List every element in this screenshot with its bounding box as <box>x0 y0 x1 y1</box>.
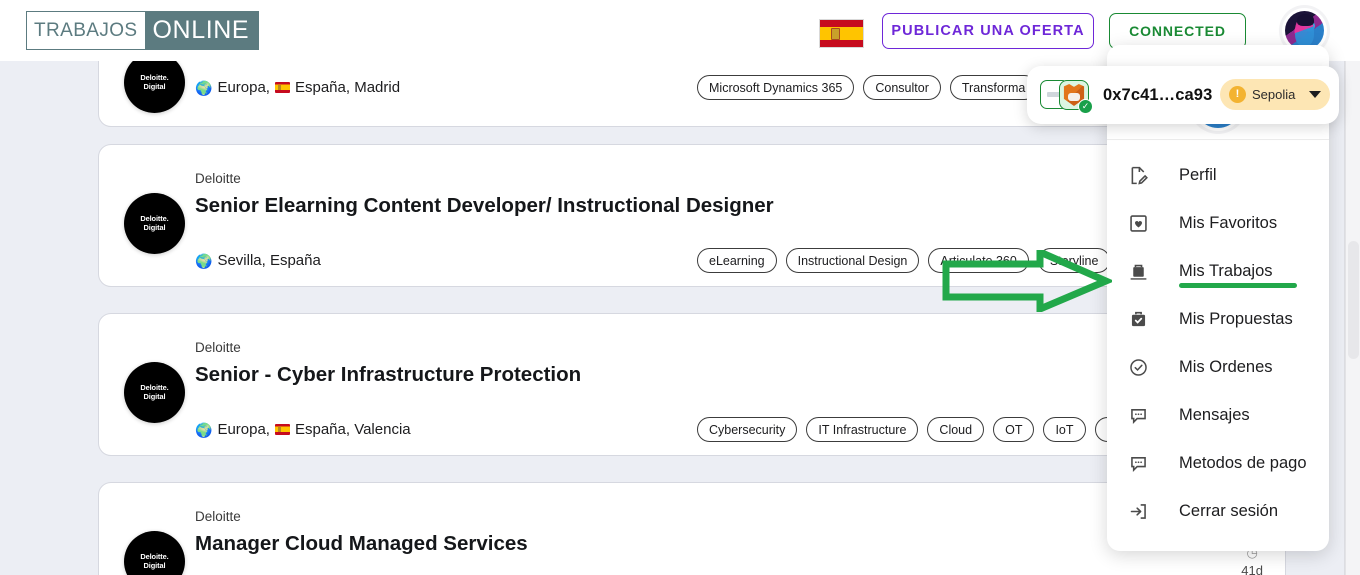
job-tags: eLearning Instructional Design Articulat… <box>697 248 1111 273</box>
network-name: Sepolia <box>1252 87 1296 102</box>
job-tags: Microsoft Dynamics 365 Consultor Transfo… <box>697 75 1038 100</box>
job-tag[interactable]: Cybersecurity <box>697 417 798 442</box>
network-selector[interactable]: ! Sepolia <box>1220 79 1330 110</box>
menu-item-mensajes[interactable]: Mensajes <box>1107 391 1329 439</box>
days-remaining: 41d <box>1241 563 1263 575</box>
menu-item-label: Cerrar sesión <box>1179 501 1279 520</box>
globe-icon: 🌍 <box>195 421 213 438</box>
menu-item-mis-ordenes[interactable]: Mis Ordenes <box>1107 343 1329 391</box>
chevron-down-icon <box>1309 91 1321 98</box>
menu-item-label: Perfil <box>1179 165 1217 184</box>
check-circle-icon <box>1125 354 1151 380</box>
job-tag[interactable]: Articulate 360 <box>928 248 1029 273</box>
spain-flag-icon <box>274 424 290 435</box>
menu-item-cerrar-sesion[interactable]: Cerrar sesión <box>1107 487 1329 535</box>
job-title[interactable]: Senior - Cyber Infrastructure Protection <box>195 363 581 387</box>
menu-item-label: Mis Trabajos <box>1179 261 1273 280</box>
job-tag[interactable]: Transforma <box>949 75 1038 100</box>
job-tag[interactable]: Instructional Design <box>785 248 920 273</box>
wallet-popup: ✓ 0x7c41…ca93 ! Sepolia <box>1027 66 1339 124</box>
company-logo-line2: Digital <box>143 222 166 232</box>
job-location: 🌍 Europa, España, Madrid <box>195 79 400 96</box>
job-location-country: España, Madrid <box>294 79 401 96</box>
company-logo: Deloitte. Digital <box>124 362 185 423</box>
publish-offer-button[interactable]: PUBLICAR UNA OFERTA <box>882 13 1094 49</box>
job-location-region: Europa, <box>217 79 270 96</box>
heart-box-icon <box>1125 210 1151 236</box>
job-tag[interactable]: OT <box>993 417 1035 442</box>
menu-item-mis-favoritos[interactable]: Mis Favoritos <box>1107 199 1329 247</box>
menu-items-list: Perfil Mis Favoritos Mis Trabajos Mis Pr… <box>1107 140 1329 535</box>
vertical-scrollbar[interactable] <box>1345 61 1360 575</box>
job-tags: Cybersecurity IT Infrastructure Cloud OT… <box>697 417 1128 442</box>
job-tag[interactable]: IoT <box>1043 417 1086 442</box>
job-tag[interactable]: eLearning <box>697 248 777 273</box>
menu-item-label: Mis Ordenes <box>1179 357 1273 376</box>
job-location-country: Sevilla, España <box>217 252 321 269</box>
scrollbar-thumb[interactable] <box>1348 241 1359 359</box>
chat-bubble-icon <box>1125 450 1151 476</box>
warning-triangle-icon: ! <box>1229 86 1246 103</box>
job-tag[interactable]: Consultor <box>863 75 941 100</box>
job-location: 🌍 Europa, España, Valencia <box>195 421 411 438</box>
job-location-country: España, Valencia <box>294 421 411 438</box>
company-logo-line2: Digital <box>143 560 166 570</box>
company-name: Deloitte <box>195 340 241 355</box>
briefcase-icon <box>1125 258 1151 284</box>
spain-flag-icon <box>274 82 290 93</box>
company-logo-line2: Digital <box>143 81 166 91</box>
connected-check-icon: ✓ <box>1078 99 1093 114</box>
site-logo[interactable]: TRABAJOS ONLINE <box>26 11 260 50</box>
company-name: Deloitte <box>195 171 241 186</box>
profile-edit-icon <box>1125 162 1151 188</box>
app-root: Deloitte. Digital 🌍 Europa, España, Madr… <box>0 0 1360 575</box>
menu-item-label: Mis Propuestas <box>1179 309 1293 328</box>
company-logo: Deloitte. Digital <box>124 61 185 113</box>
wallet-icon-group: ✓ <box>1040 78 1094 114</box>
job-location: 🌍 Sevilla, España <box>195 252 321 269</box>
spain-flag-icon[interactable] <box>819 19 864 48</box>
job-title[interactable]: Senior Elearning Content Developer/ Inst… <box>195 194 774 218</box>
menu-item-mis-propuestas[interactable]: Mis Propuestas <box>1107 295 1329 343</box>
briefcase-check-icon <box>1125 306 1151 332</box>
job-tag[interactable]: Storyline <box>1037 248 1111 273</box>
globe-icon: 🌍 <box>195 252 213 269</box>
job-tag[interactable]: Microsoft Dynamics 365 <box>697 75 855 100</box>
menu-item-metodos-de-pago[interactable]: Metodos de pago <box>1107 439 1329 487</box>
menu-item-label: Mis Favoritos <box>1179 213 1278 232</box>
menu-item-label: Mensajes <box>1179 405 1250 424</box>
menu-item-perfil[interactable]: Perfil <box>1107 151 1329 199</box>
connected-status-button[interactable]: CONNECTED <box>1109 13 1246 49</box>
job-location-region: Europa, <box>217 421 270 438</box>
job-tag[interactable]: Cloud <box>927 417 985 442</box>
company-name: Deloitte <box>195 509 241 524</box>
menu-item-mis-trabajos[interactable]: Mis Trabajos <box>1107 247 1329 295</box>
logout-icon <box>1125 498 1151 524</box>
globe-icon: 🌍 <box>195 79 213 96</box>
active-item-underline <box>1179 283 1297 288</box>
job-title[interactable]: Manager Cloud Managed Services <box>195 532 528 556</box>
job-tag[interactable]: IT Infrastructure <box>806 417 919 442</box>
flag-crest-icon <box>831 28 840 40</box>
menu-item-label: Metodos de pago <box>1179 453 1307 472</box>
company-logo: Deloitte. Digital <box>124 193 185 254</box>
company-logo: Deloitte. Digital <box>124 531 185 575</box>
wallet-address[interactable]: 0x7c41…ca93 <box>1103 86 1212 105</box>
chat-bubble-icon <box>1125 402 1151 428</box>
logo-text-trabajos: TRABAJOS <box>27 12 145 49</box>
logo-text-online: ONLINE <box>144 12 259 49</box>
company-logo-line2: Digital <box>143 391 166 401</box>
